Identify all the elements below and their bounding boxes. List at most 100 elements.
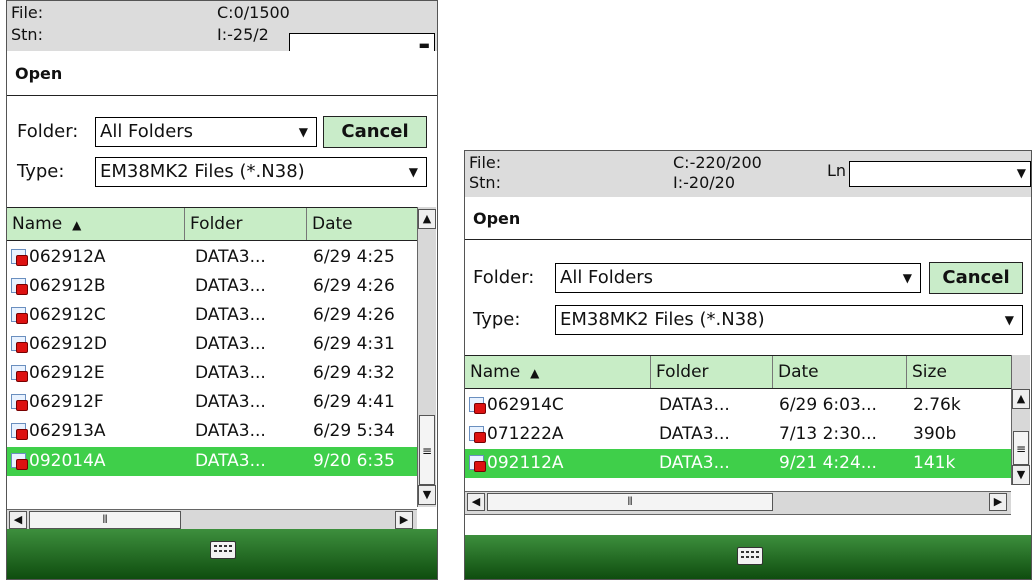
line-combo[interactable]: ▬: [289, 33, 435, 51]
file-date: 6/29 6:03...: [779, 395, 877, 415]
list-item[interactable]: 062913A DATA3... 6/29 5:34: [7, 417, 417, 446]
n38-file-icon: [469, 397, 486, 414]
file-name: 062912B: [29, 276, 106, 296]
n38-file-icon: [11, 307, 28, 324]
scroll-thumb[interactable]: ≡: [419, 415, 435, 485]
type-value: EM38MK2 Files (*.N38): [100, 161, 305, 182]
type-value: EM38MK2 Files (*.N38): [560, 309, 765, 330]
list-item[interactable]: 062912A DATA3... 6/29 4:25: [7, 243, 417, 272]
file-folder: DATA3...: [195, 247, 266, 267]
list-item[interactable]: 062912E DATA3... 6/29 4:32: [7, 359, 417, 388]
scroll-right-arrow-icon[interactable]: ▶: [989, 493, 1007, 511]
vertical-scrollbar[interactable]: ▲ ≡ ▼: [417, 207, 436, 507]
file-counter: C:0/1500: [217, 3, 290, 22]
file-date: 9/20 6:35: [313, 451, 395, 471]
file-size: 2.76k: [913, 395, 961, 415]
dialog-title: Open: [7, 53, 437, 96]
file-date: 6/29 4:32: [313, 363, 395, 383]
type-label: Type:: [17, 161, 65, 182]
list-item[interactable]: 062912B DATA3... 6/29 4:26: [7, 272, 417, 301]
scroll-up-arrow-icon[interactable]: ▲: [1012, 389, 1030, 409]
column-date-label: Date: [312, 214, 353, 234]
keyboard-icon[interactable]: [210, 541, 236, 559]
line-label: Ln: [827, 161, 847, 180]
sort-ascending-icon: ▲: [530, 366, 540, 380]
cancel-button[interactable]: Cancel: [929, 262, 1023, 294]
file-list: 062914C DATA3... 6/29 6:03... 2.76k 0712…: [465, 389, 1011, 489]
type-label: Type:: [473, 309, 521, 330]
scroll-left-arrow-icon[interactable]: ◀: [9, 511, 27, 529]
column-header-name[interactable]: Name ▲: [7, 208, 185, 240]
cancel-button[interactable]: Cancel: [323, 116, 427, 148]
sort-ascending-icon: ▲: [72, 218, 82, 232]
softkey-bar: [465, 535, 1031, 579]
file-name: 071222A: [487, 424, 564, 444]
n38-file-icon: [11, 249, 28, 266]
hscroll-thumb[interactable]: ⦀: [29, 511, 181, 529]
file-label: File:: [469, 153, 502, 172]
file-date: 6/29 4:41: [313, 392, 395, 412]
type-select[interactable]: EM38MK2 Files (*.N38) ▼: [555, 305, 1023, 335]
list-item[interactable]: 062912D DATA3... 6/29 4:31: [7, 330, 417, 359]
column-header-folder[interactable]: Folder: [651, 356, 773, 388]
dialog-title: Open: [465, 199, 1031, 240]
column-header-row: Name ▲ Folder Date Size: [465, 355, 1011, 389]
column-header-date[interactable]: Date: [307, 208, 419, 240]
column-header-size[interactable]: Size: [907, 356, 1011, 388]
column-header-row: Name ▲ Folder Date: [7, 207, 419, 241]
column-name-label: Name: [12, 214, 63, 234]
chevron-down-icon: ▼: [902, 271, 912, 285]
type-select[interactable]: EM38MK2 Files (*.N38) ▼: [95, 157, 427, 187]
file-name: 062912E: [29, 363, 105, 383]
scroll-thumb[interactable]: ≡: [1013, 431, 1029, 465]
file-folder: DATA3...: [195, 421, 266, 441]
scroll-left-arrow-icon[interactable]: ◀: [467, 493, 485, 511]
list-item-selected[interactable]: 092112A DATA3... 9/21 4:24... 141k: [465, 449, 1011, 478]
file-folder: DATA3...: [195, 363, 266, 383]
list-item[interactable]: 062912F DATA3... 6/29 4:41: [7, 388, 417, 417]
horizontal-scrollbar[interactable]: ◀ ⦀ ▶: [465, 491, 1011, 515]
scroll-up-arrow-icon[interactable]: ▲: [418, 209, 436, 229]
file-folder: DATA3...: [659, 453, 730, 473]
folder-select[interactable]: All Folders ▼: [95, 117, 317, 147]
file-size: 141k: [913, 453, 956, 473]
column-date-label: Date: [778, 362, 819, 382]
file-folder: DATA3...: [195, 451, 266, 471]
keyboard-icon[interactable]: [737, 547, 763, 565]
chevron-down-icon: ▼: [408, 165, 418, 179]
file-name: 062912A: [29, 247, 106, 267]
n38-file-icon: [469, 455, 486, 472]
list-item[interactable]: 071222A DATA3... 7/13 2:30... 390b: [465, 420, 1011, 449]
open-dialog-screen-left: File: C:0/1500 Stn: I:-25/2 ▬ Open Folde…: [6, 0, 438, 580]
file-folder: DATA3...: [195, 305, 266, 325]
folder-label: Folder:: [473, 267, 535, 288]
list-item[interactable]: 062912C DATA3... 6/29 4:26: [7, 301, 417, 330]
file-date: 6/29 5:34: [313, 421, 395, 441]
vertical-scrollbar[interactable]: ▲ ≡ ▼: [1011, 355, 1030, 485]
column-header-name[interactable]: Name ▲: [465, 356, 651, 388]
file-date: 6/29 4:25: [313, 247, 395, 267]
list-item-selected[interactable]: 092014A DATA3... 9/20 6:35: [7, 447, 417, 476]
column-name-label: Name: [470, 362, 521, 382]
status-bar: File: C:0/1500 Stn: I:-25/2 ▬: [7, 1, 437, 51]
list-item[interactable]: 062914C DATA3... 6/29 6:03... 2.76k: [465, 391, 1011, 420]
line-combo[interactable]: ▼: [849, 161, 1031, 187]
folder-select[interactable]: All Folders ▼: [555, 263, 921, 293]
column-folder-label: Folder: [656, 362, 709, 382]
column-header-date[interactable]: Date: [773, 356, 907, 388]
file-name: 092112A: [487, 453, 564, 473]
file-name: 062913A: [29, 421, 106, 441]
n38-file-icon: [469, 426, 486, 443]
n38-file-icon: [11, 365, 28, 382]
hscroll-thumb[interactable]: ⦀: [487, 493, 773, 511]
n38-file-icon: [11, 336, 28, 353]
scroll-right-arrow-icon[interactable]: ▶: [395, 511, 413, 529]
file-name: 062914C: [487, 395, 564, 415]
column-header-folder[interactable]: Folder: [185, 208, 307, 240]
scroll-down-arrow-icon[interactable]: ▼: [1012, 465, 1030, 485]
chevron-down-icon: ▼: [298, 125, 308, 139]
chevron-down-icon: ▬: [418, 38, 430, 51]
scroll-down-arrow-icon[interactable]: ▼: [418, 485, 436, 505]
chevron-down-icon: ▼: [1004, 313, 1014, 327]
file-date: 9/21 4:24...: [779, 453, 877, 473]
